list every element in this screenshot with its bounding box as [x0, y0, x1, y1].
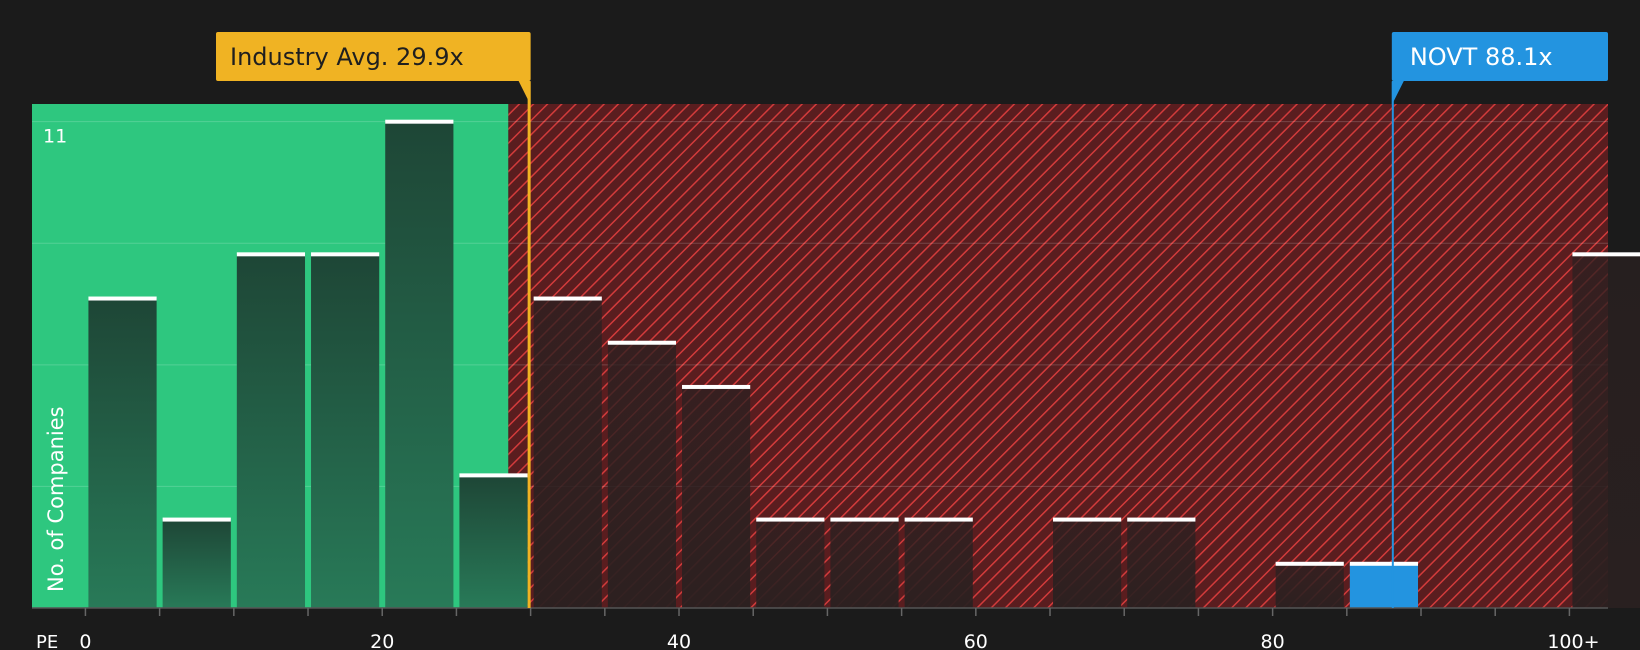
histogram-bar	[1572, 254, 1640, 608]
histogram-bar-cap	[682, 384, 751, 389]
histogram-bar-cap	[904, 517, 973, 522]
histogram-bar-cap	[459, 473, 528, 478]
histogram-bar	[88, 298, 157, 608]
x-tick-label: 0	[79, 631, 91, 650]
industry-average-label: Industry Avg. 29.9x	[230, 43, 464, 71]
x-tick-label: 40	[667, 631, 691, 650]
y-tick-label-11: 11	[43, 126, 67, 148]
company-pe-label: NOVT 88.1x	[1410, 43, 1553, 71]
histogram-bar	[162, 519, 231, 608]
histogram-bar-cap	[830, 517, 899, 522]
histogram-bar	[1053, 519, 1122, 608]
histogram-bar-cap	[1275, 561, 1344, 566]
histogram-bar	[311, 254, 380, 608]
histogram-bar-cap	[756, 517, 825, 522]
histogram-bar	[236, 254, 306, 608]
x-axis-ticks: 0 20 40 60 80 100+	[79, 608, 1600, 650]
pe-distribution-chart: 0 20 40 60 80 100+ 11 No. of Companies PE Ind…	[32, 32, 1640, 650]
histogram-bar-cap	[1572, 252, 1640, 257]
histogram-bar-cap	[1127, 517, 1196, 522]
histogram-bar	[830, 519, 899, 608]
x-tick-label: 60	[964, 631, 988, 650]
histogram-bar-cap	[311, 252, 380, 257]
histogram-bar	[385, 121, 454, 609]
histogram-bar	[756, 519, 825, 608]
histogram-bar-cap	[533, 296, 602, 301]
histogram-bar-cap	[607, 340, 677, 345]
histogram-bar	[533, 298, 602, 608]
x-tick-label: 80	[1261, 631, 1285, 650]
histogram-bar-cap	[385, 119, 454, 124]
histogram-bar-cap	[88, 296, 157, 301]
histogram-bar-cap	[1349, 561, 1419, 566]
histogram-bar	[1127, 519, 1196, 608]
histogram-bar-cap	[236, 252, 306, 257]
histogram-bar	[459, 475, 528, 608]
histogram-bar	[1275, 563, 1344, 608]
histogram-bar	[682, 386, 751, 608]
x-axis-label: PE	[36, 632, 58, 650]
industry-callout-tail	[518, 81, 531, 105]
histogram-bar	[904, 519, 973, 608]
histogram-bar	[1349, 563, 1419, 608]
x-tick-label: 100+	[1547, 631, 1599, 650]
x-tick-label: 20	[370, 631, 394, 650]
histogram-bar-cap	[1053, 517, 1122, 522]
y-axis-label: No. of Companies	[44, 406, 68, 592]
histogram-bar	[607, 342, 677, 608]
histogram-bar-cap	[162, 517, 231, 522]
